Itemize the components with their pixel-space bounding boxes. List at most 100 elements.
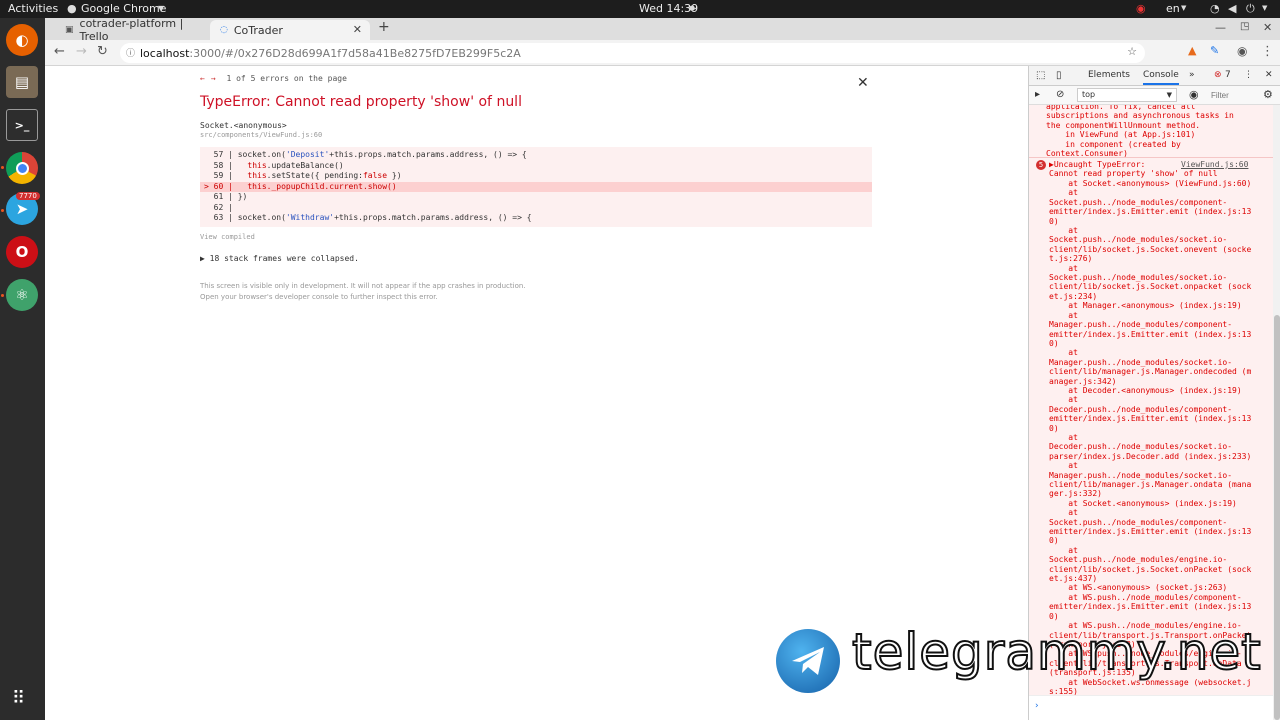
stack-frame-file[interactable]: src/components/ViewFund.js:60 bbox=[200, 131, 322, 139]
telegram-badge: 7770 bbox=[16, 192, 40, 200]
metamask-extension-icon[interactable]: ▲ bbox=[1188, 44, 1196, 57]
error-stack-trace: at Socket.<anonymous> (ViewFund.js:60) a… bbox=[1049, 179, 1252, 696]
running-indicator bbox=[1, 294, 4, 297]
activities-button[interactable]: Activities bbox=[8, 2, 58, 15]
url-host: localhost bbox=[140, 46, 190, 60]
next-error-icon[interactable]: → bbox=[211, 74, 216, 83]
chrome-menu-icon[interactable]: ⋮ bbox=[1261, 44, 1274, 59]
code-line: 61 | }) bbox=[213, 192, 248, 201]
error-source-link[interactable]: ViewFund.js:60 bbox=[1181, 160, 1248, 169]
opera-icon[interactable]: O bbox=[6, 236, 38, 268]
running-indicator bbox=[1, 166, 4, 169]
clear-console-icon[interactable]: ⊘ bbox=[1056, 89, 1064, 100]
collapsed-frames-toggle[interactable]: ▶ 18 stack frames were collapsed. bbox=[200, 254, 359, 263]
tab-console[interactable]: Console bbox=[1143, 70, 1179, 85]
devtools-panel: ⬚ ▯ Elements Console » ⊗ 7 ⋮ ✕ ▸ ⊘ top ▼… bbox=[1028, 66, 1280, 720]
chevron-down-icon[interactable]: ▼ bbox=[158, 4, 164, 13]
chrome-tab-strip: ▣ cotrader-platform | Trello ◌ CoTrader … bbox=[45, 17, 1280, 43]
code-line: 57 | socket.on('Deposit'+this.props.matc… bbox=[213, 150, 527, 159]
back-icon[interactable]: ← bbox=[54, 44, 65, 59]
app-menu-label[interactable]: Google Chrome bbox=[81, 2, 166, 15]
info-icon[interactable]: ⓘ bbox=[126, 46, 135, 59]
chrome-icon[interactable] bbox=[6, 152, 38, 184]
code-line: 63 | socket.on('Withdraw'+this.props.mat… bbox=[213, 213, 532, 222]
previous-error-icon[interactable]: ← bbox=[200, 74, 205, 83]
terminal-icon[interactable]: >_ bbox=[6, 109, 38, 141]
chevron-down-icon: ▼ bbox=[1166, 91, 1172, 99]
chrome-toolbar: ← → ↻ ⓘ localhost:3000/#/0x276D28d699A1f… bbox=[45, 40, 1280, 66]
chrome-status-icon[interactable]: ◉ bbox=[1136, 2, 1146, 15]
repeat-count-badge: 5 bbox=[1036, 160, 1046, 170]
console-toolbar: ▸ ⊘ top ▼ ◉ ⚙ bbox=[1029, 86, 1280, 105]
language-indicator[interactable]: en bbox=[1166, 2, 1180, 15]
show-applications-icon[interactable]: ⠿ bbox=[12, 688, 25, 709]
device-toolbar-icon[interactable]: ▯ bbox=[1056, 70, 1062, 81]
devtools-tab-bar: ⬚ ▯ Elements Console » ⊗ 7 ⋮ ✕ bbox=[1029, 66, 1280, 86]
close-overlay-icon[interactable]: ✕ bbox=[857, 75, 869, 91]
context-value: top bbox=[1082, 90, 1096, 99]
close-tab-icon[interactable]: ✕ bbox=[353, 23, 362, 36]
volume-icon[interactable]: ◀ bbox=[1228, 2, 1236, 15]
notification-dot-icon: ● bbox=[689, 4, 696, 12]
profile-avatar[interactable]: ◉ bbox=[1237, 44, 1247, 58]
extension-icon[interactable]: ✎ bbox=[1210, 44, 1219, 57]
code-line: 58 | this.updateBalance() bbox=[213, 160, 344, 170]
power-icon[interactable]: ⏻ bbox=[1246, 2, 1255, 16]
tab-elements[interactable]: Elements bbox=[1088, 70, 1130, 80]
console-settings-gear-icon[interactable]: ⚙ bbox=[1263, 88, 1273, 101]
address-bar[interactable]: ⓘ localhost:3000/#/0x276D28d699A1f7d58a4… bbox=[120, 43, 1145, 63]
dev-footnote: Open your browser's developer console to… bbox=[200, 293, 438, 301]
tab-trello[interactable]: ▣ cotrader-platform | Trello bbox=[55, 17, 213, 43]
code-snippet: 57 | socket.on('Deposit'+this.props.matc… bbox=[200, 147, 872, 227]
files-icon[interactable]: ▤ bbox=[6, 66, 38, 98]
view-compiled-link[interactable]: View compiled bbox=[200, 233, 255, 241]
error-count-icon[interactable]: ⊗ bbox=[1214, 70, 1222, 80]
page-content: ← → 1 of 5 errors on the page ✕ TypeError… bbox=[45, 66, 1028, 720]
gnome-top-bar: Activities ● Google Chrome ▼ Wed 14:39 ●… bbox=[0, 0, 1280, 18]
atom-icon[interactable]: ⚛ bbox=[6, 279, 38, 311]
tab-label: CoTrader bbox=[233, 23, 283, 37]
code-line: 59 | this.setState({ pending:false }) bbox=[213, 171, 402, 180]
devtools-menu-icon[interactable]: ⋮ bbox=[1244, 70, 1253, 80]
tab-cotrader[interactable]: ◌ CoTrader ✕ bbox=[210, 20, 370, 40]
error-counter: 1 of 5 errors on the page bbox=[226, 74, 347, 83]
highlighted-code-line: > 60 | this._popupChild.current.show() bbox=[200, 181, 872, 192]
dock: ◐ ▤ >_ ➤ 7770 O ⚛ ⠿ bbox=[0, 18, 45, 720]
context-selector[interactable]: top ▼ bbox=[1077, 88, 1177, 102]
dev-footnote: This screen is visible only in developme… bbox=[200, 282, 526, 290]
trello-favicon-icon: ▣ bbox=[65, 25, 74, 35]
maximize-icon[interactable]: ◳ bbox=[1240, 21, 1249, 32]
watermark-text: telegrammy.net bbox=[851, 622, 1262, 682]
console-prompt[interactable]: › bbox=[1029, 695, 1273, 720]
url-path: :3000/#/0x276D28d699A1f7d58a41Be8275fD7E… bbox=[189, 46, 521, 60]
telegram-logo-icon bbox=[776, 629, 840, 693]
more-tabs-icon[interactable]: » bbox=[1189, 70, 1195, 80]
code-line: 62 | bbox=[213, 202, 238, 212]
stack-frame-function: Socket.<anonymous> bbox=[200, 121, 287, 130]
running-indicator bbox=[1, 209, 4, 212]
reload-icon[interactable]: ↻ bbox=[97, 44, 108, 59]
watermark: telegrammy.net bbox=[776, 622, 1276, 697]
language-chevron-icon[interactable]: ▼ bbox=[1181, 4, 1186, 12]
system-menu-chevron-icon[interactable]: ▼ bbox=[1262, 4, 1267, 12]
forward-icon[interactable]: → bbox=[76, 44, 87, 59]
minimize-icon[interactable]: — bbox=[1215, 21, 1226, 34]
bookmark-star-icon[interactable]: ☆ bbox=[1127, 45, 1137, 58]
error-title: TypeError: Cannot read property 'show' o… bbox=[200, 94, 522, 110]
close-window-icon[interactable]: ✕ bbox=[1263, 21, 1272, 34]
cotrader-favicon-icon: ◌ bbox=[220, 25, 228, 35]
inspect-element-icon[interactable]: ⬚ bbox=[1036, 70, 1045, 81]
wifi-icon[interactable]: ◔ bbox=[1210, 2, 1220, 15]
new-tab-button[interactable]: + bbox=[378, 19, 390, 35]
error-navigation: ← → 1 of 5 errors on the page bbox=[200, 74, 347, 83]
message-divider bbox=[1029, 157, 1273, 158]
firefox-icon[interactable]: ◐ bbox=[6, 24, 38, 56]
error-count[interactable]: 7 bbox=[1225, 70, 1231, 80]
console-warning-message: application. To fix, cancel all subscrip… bbox=[1046, 105, 1234, 159]
chrome-small-icon: ● bbox=[67, 2, 77, 15]
sidebar-toggle-icon[interactable]: ▸ bbox=[1035, 89, 1040, 100]
live-expression-eye-icon[interactable]: ◉ bbox=[1189, 88, 1199, 101]
prompt-chevron-icon: › bbox=[1035, 701, 1039, 711]
close-devtools-icon[interactable]: ✕ bbox=[1265, 70, 1273, 80]
console-filter-input[interactable] bbox=[1211, 89, 1255, 102]
